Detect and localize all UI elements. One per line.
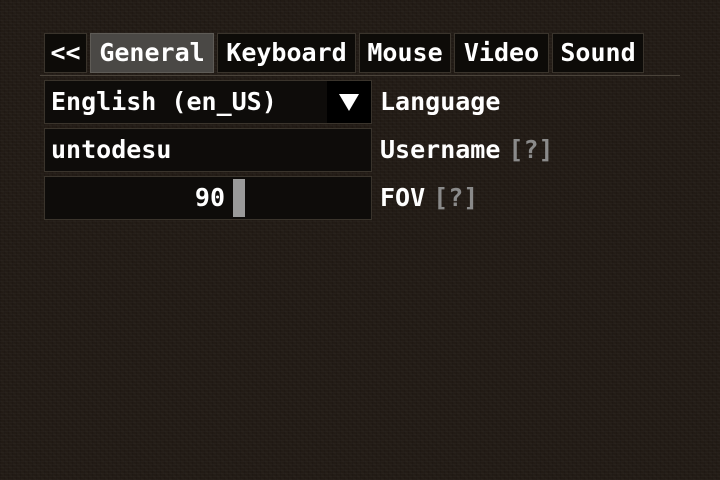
username-input[interactable]: untodesu xyxy=(44,128,372,172)
tab-sound[interactable]: Sound xyxy=(552,33,644,73)
fov-slider-thumb[interactable] xyxy=(233,179,245,217)
settings-tab-bar: << General Keyboard Mouse Video Sound xyxy=(44,33,647,75)
language-label-text: Language xyxy=(380,87,501,116)
fov-help-button[interactable]: [?] xyxy=(433,183,478,212)
fov-label: FOV [?] xyxy=(380,176,478,220)
fov-value: 90 xyxy=(194,183,225,212)
username-label: Username [?] xyxy=(380,128,554,172)
triangle-down-icon[interactable] xyxy=(327,81,371,123)
back-button[interactable]: << xyxy=(44,33,87,73)
tab-mouse[interactable]: Mouse xyxy=(359,33,451,73)
fov-slider[interactable]: 90 xyxy=(44,176,372,220)
tab-separator xyxy=(40,75,680,76)
language-dropdown[interactable]: English (en_US) xyxy=(44,80,372,124)
fov-label-text: FOV xyxy=(380,183,426,212)
username-help-button[interactable]: [?] xyxy=(508,135,553,164)
tab-keyboard[interactable]: Keyboard xyxy=(217,33,356,73)
username-value: untodesu xyxy=(51,135,172,164)
tab-video[interactable]: Video xyxy=(454,33,549,73)
language-label: Language xyxy=(380,80,500,124)
username-label-text: Username xyxy=(380,135,501,164)
language-value: English (en_US) xyxy=(51,87,277,116)
tab-general[interactable]: General xyxy=(90,33,214,73)
